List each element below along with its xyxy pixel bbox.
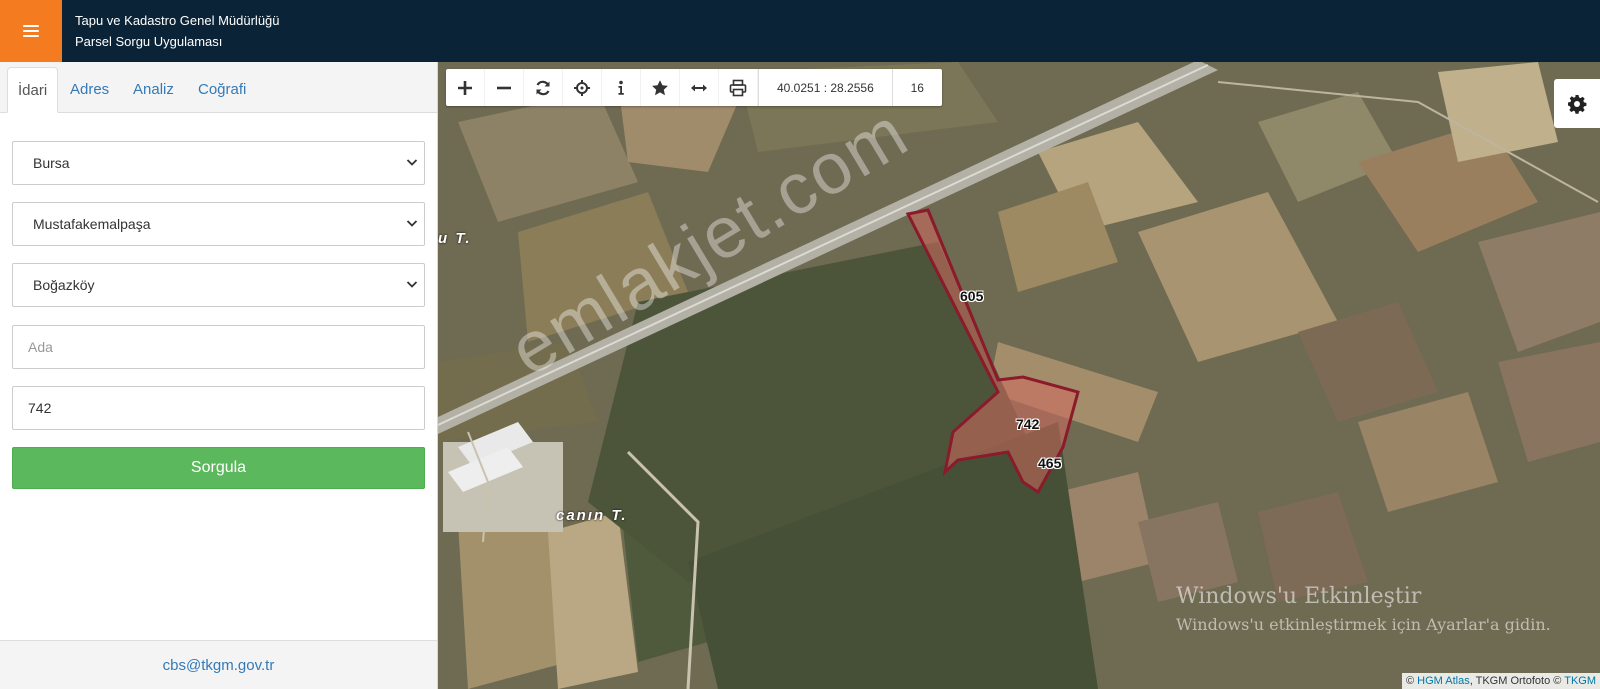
info-icon: [618, 80, 624, 95]
sorgula-button[interactable]: Sorgula: [12, 447, 425, 489]
satellite-imagery: [438, 62, 1600, 689]
app-title: Tapu ve Kadastro Genel Müdürlüğü: [75, 13, 280, 28]
chevron-down-icon: [406, 281, 418, 288]
print-icon: [729, 79, 747, 96]
settings-button[interactable]: [1554, 79, 1600, 128]
sidebar-footer: cbs@tkgm.gov.tr: [0, 640, 437, 689]
measure-icon: [691, 84, 707, 91]
ilce-select[interactable]: Mustafakemalpaşa: [12, 202, 425, 246]
gear-icon: [1568, 94, 1587, 114]
app-titles: Tapu ve Kadastro Genel Müdürlüğü Parsel …: [75, 10, 280, 52]
favorite-button[interactable]: [641, 69, 680, 106]
contact-email-link[interactable]: cbs@tkgm.gov.tr: [163, 657, 275, 674]
place-label-canin-t: canın T.: [556, 507, 628, 524]
parcel-label-605[interactable]: 605: [960, 288, 983, 304]
refresh-button[interactable]: [524, 69, 563, 106]
zoom-out-button[interactable]: [485, 69, 524, 106]
measure-button[interactable]: [680, 69, 719, 106]
map-toolbar: 40.0251 : 28.2556 16: [446, 69, 942, 106]
windows-activation-title: Windows'u Etkinleştir: [1176, 584, 1422, 609]
ada-placeholder: Ada: [28, 339, 53, 355]
tab-adres[interactable]: Adres: [60, 67, 119, 113]
app-header: Tapu ve Kadastro Genel Müdürlüğü Parsel …: [0, 0, 1600, 62]
zoom-level-readout: 16: [910, 80, 924, 95]
il-select[interactable]: Bursa: [12, 141, 425, 185]
map-attribution: © HGM Atlas, TKGM Ortofoto © TKGM: [1401, 673, 1600, 689]
tab-idari[interactable]: İdari: [7, 67, 59, 113]
parsel-input[interactable]: 742: [12, 386, 425, 430]
parcel-label-742[interactable]: 742: [1016, 416, 1039, 432]
minus-icon: [497, 86, 511, 89]
refresh-icon: [536, 80, 550, 95]
locate-button[interactable]: [563, 69, 602, 106]
map-view[interactable]: emlakjet.com u T. canın T. 605 742 465 4…: [438, 62, 1600, 689]
locate-icon: [574, 79, 590, 96]
app-subtitle: Parsel Sorgu Uygulaması: [75, 34, 223, 49]
place-label-u-t: u T.: [438, 230, 472, 247]
parsel-value: 742: [28, 400, 52, 416]
plus-icon: [458, 80, 472, 95]
zoom-in-button[interactable]: [446, 69, 485, 106]
windows-activation-body: Windows'u etkinleştirmek için Ayarlar'a …: [1176, 615, 1551, 634]
sidebar: İdari Adres Analiz Coğrafi Bursa Mustafa…: [0, 62, 438, 689]
mahalle-select[interactable]: Boğazköy: [12, 263, 425, 307]
coordinate-readout: 40.0251 : 28.2556: [758, 69, 893, 106]
attribution-hgm-link[interactable]: HGM Atlas: [1417, 675, 1470, 687]
il-select-value: Bursa: [33, 155, 70, 171]
chevron-down-icon: [406, 220, 418, 227]
parcel-label-465[interactable]: 465: [1038, 455, 1061, 471]
print-button[interactable]: [719, 69, 758, 106]
attribution-text: , TKGM Ortofoto ©: [1469, 675, 1562, 687]
ilce-select-value: Mustafakemalpaşa: [33, 216, 151, 232]
tab-cografi[interactable]: Coğrafi: [188, 67, 256, 113]
menu-icon: [23, 25, 39, 37]
star-icon: [652, 79, 668, 95]
info-button[interactable]: [602, 69, 641, 106]
mahalle-select-value: Boğazköy: [33, 277, 95, 293]
attribution-tkgm-link[interactable]: TKGM: [1564, 675, 1596, 687]
hamburger-menu-button[interactable]: [0, 0, 62, 62]
tab-analiz[interactable]: Analiz: [123, 67, 184, 113]
chevron-down-icon: [406, 159, 418, 166]
ada-input[interactable]: Ada: [12, 325, 425, 369]
tab-bar: İdari Adres Analiz Coğrafi: [0, 62, 437, 113]
attribution-copyright: ©: [1405, 675, 1415, 687]
